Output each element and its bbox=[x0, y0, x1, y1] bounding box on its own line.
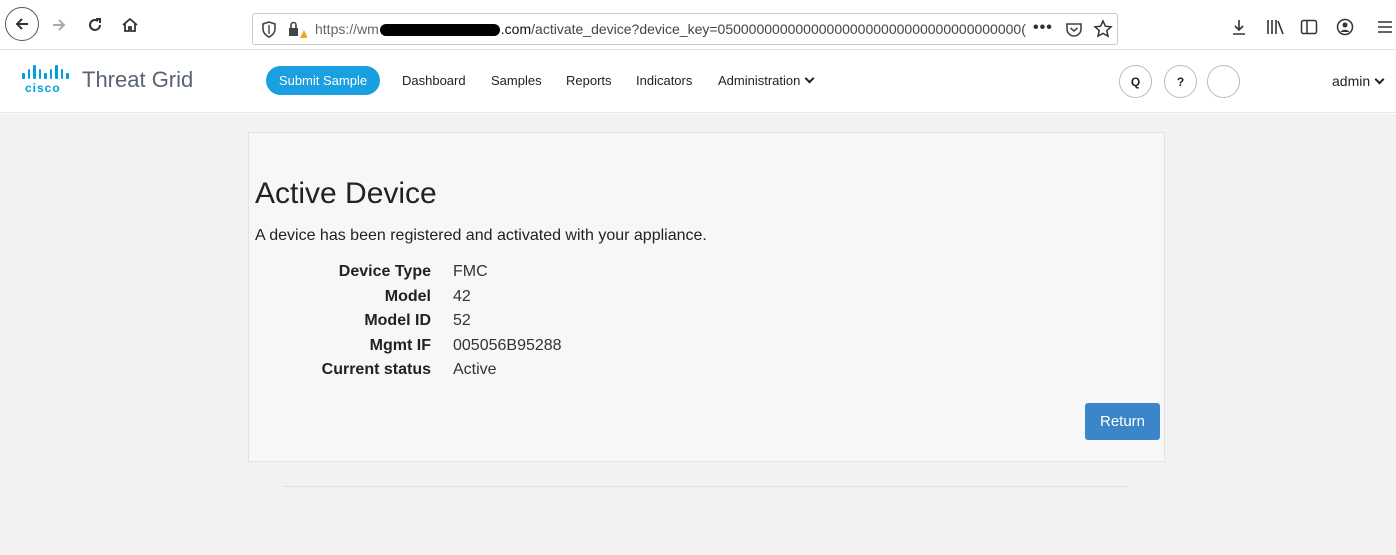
username: admin bbox=[1332, 73, 1371, 89]
forward-arrow-icon bbox=[53, 19, 66, 31]
redacted-block bbox=[379, 24, 500, 37]
detail-value: 42 bbox=[453, 287, 471, 305]
search-button[interactable]: Q bbox=[1119, 65, 1152, 98]
detail-row: Model 42 bbox=[249, 285, 562, 310]
nav-administration[interactable]: Administration bbox=[718, 73, 815, 88]
browser-toolbar: https://wm .com/activate_device?device_ke… bbox=[0, 0, 1396, 50]
warning-lock-icon[interactable] bbox=[287, 21, 308, 44]
cisco-logo[interactable]: cisco bbox=[22, 65, 69, 95]
detail-row: Current status Active bbox=[249, 358, 562, 383]
help-button[interactable]: ? bbox=[1164, 65, 1197, 98]
app-header: cisco Threat Grid Submit Sample Dashboar… bbox=[0, 51, 1396, 113]
search-icon: Q bbox=[1130, 74, 1141, 89]
home-button[interactable] bbox=[115, 10, 145, 40]
detail-row: Mgmt IF 005056B95288 bbox=[249, 334, 562, 359]
library-icon[interactable] bbox=[1264, 16, 1286, 38]
user-menu[interactable]: admin bbox=[1332, 73, 1385, 89]
back-arrow-icon bbox=[15, 18, 28, 30]
reload-button[interactable] bbox=[80, 10, 110, 40]
help-icon: ? bbox=[1176, 74, 1185, 89]
reload-icon bbox=[89, 18, 101, 31]
detail-row: Model ID 52 bbox=[249, 309, 562, 334]
detail-value: Active bbox=[453, 361, 497, 379]
detail-row: Device Type FMC bbox=[249, 260, 562, 285]
detail-label: Model bbox=[384, 287, 431, 305]
detail-label: Device Type bbox=[338, 263, 431, 281]
shield-icon[interactable] bbox=[261, 21, 277, 43]
nav-reports[interactable]: Reports bbox=[566, 73, 612, 88]
page-title: Active Device bbox=[255, 177, 437, 210]
url-protocol: https://wm bbox=[315, 21, 379, 37]
nav-indicators[interactable]: Indicators bbox=[636, 73, 692, 88]
main-content: Active Device A device has been register… bbox=[0, 114, 1396, 555]
url-path: /activate_device?device_key=050000000000… bbox=[531, 21, 1026, 37]
page-description: A device has been registered and activat… bbox=[255, 227, 707, 244]
nav-administration-label: Administration bbox=[718, 73, 801, 88]
notifications-button[interactable] bbox=[1207, 65, 1240, 98]
download-icon[interactable] bbox=[1228, 16, 1250, 38]
nav-dashboard[interactable]: Dashboard bbox=[402, 73, 466, 88]
detail-value: FMC bbox=[453, 263, 488, 281]
pocket-icon[interactable] bbox=[1065, 21, 1083, 43]
device-details: Device Type FMC Model 42 Model ID 52 Mgm… bbox=[249, 260, 562, 383]
return-button[interactable]: Return bbox=[1085, 403, 1160, 440]
sidebar-icon[interactable] bbox=[1298, 16, 1320, 38]
nav-samples[interactable]: Samples bbox=[491, 73, 542, 88]
chevron-down-icon bbox=[804, 73, 815, 84]
detail-value: 52 bbox=[453, 312, 471, 330]
activation-card: Active Device A device has been register… bbox=[248, 132, 1165, 462]
url-domain: .com bbox=[500, 21, 532, 37]
detail-value: 005056B95288 bbox=[453, 336, 562, 354]
detail-label: Mgmt IF bbox=[369, 336, 431, 354]
cisco-wordmark: cisco bbox=[25, 81, 61, 95]
star-icon[interactable] bbox=[1093, 19, 1113, 44]
url-text: https://wm .com/activate_device?device_ke… bbox=[315, 21, 1035, 37]
page-actions-button[interactable]: ••• bbox=[1033, 19, 1053, 37]
home-icon bbox=[122, 17, 138, 32]
back-button[interactable] bbox=[5, 7, 39, 41]
cisco-bars-icon bbox=[22, 65, 69, 79]
product-name: Threat Grid bbox=[82, 67, 194, 92]
hamburger-menu-icon[interactable] bbox=[1374, 16, 1396, 38]
url-bar[interactable]: https://wm .com/activate_device?device_ke… bbox=[252, 13, 1118, 45]
chevron-down-icon bbox=[1374, 74, 1385, 85]
submit-sample-button[interactable]: Submit Sample bbox=[266, 66, 380, 95]
account-icon[interactable] bbox=[1334, 16, 1356, 38]
detail-label: Current status bbox=[321, 361, 431, 379]
detail-label: Model ID bbox=[364, 312, 431, 330]
divider bbox=[283, 486, 1128, 487]
forward-button[interactable] bbox=[44, 10, 74, 40]
